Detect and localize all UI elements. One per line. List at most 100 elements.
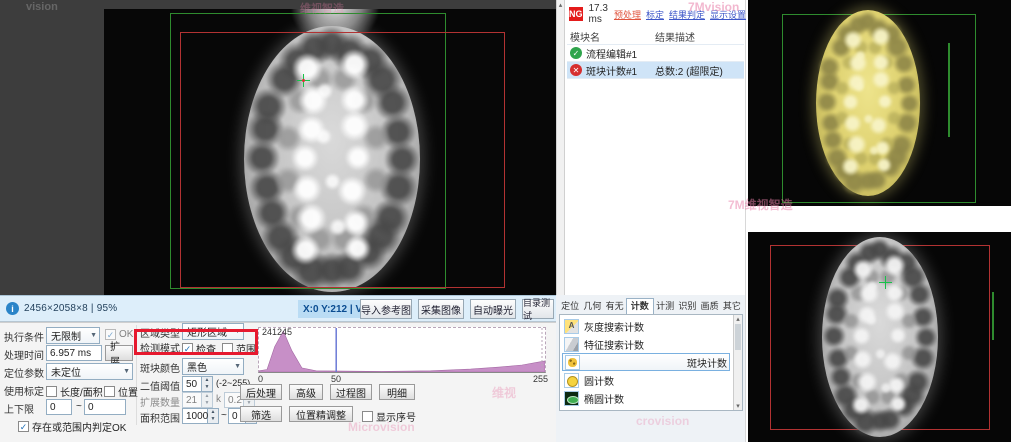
chevron-down-icon: ▼ bbox=[90, 332, 97, 339]
result-thumbnail-binarized[interactable] bbox=[748, 0, 1011, 206]
use-calibration-label: 使用标定 bbox=[4, 383, 44, 398]
elapsed-time: 17.3 ms bbox=[589, 3, 608, 25]
length-area-checkbox[interactable]: 长度/面积 bbox=[46, 384, 103, 399]
ellipse-count-icon bbox=[564, 391, 579, 406]
process-image-button[interactable]: 过程图 bbox=[330, 384, 372, 400]
region-type-label: 区域类型 bbox=[140, 325, 180, 340]
tab-other[interactable]: 其它 bbox=[721, 298, 743, 314]
results-panel: NG 17.3 ms 预处理 标定 结果判定 显示设置 模块名 结果描述 ✓流程… bbox=[565, 0, 746, 295]
import-reference-button[interactable]: 导入参考图 bbox=[360, 299, 412, 319]
circle-count-icon bbox=[564, 373, 579, 388]
limit-max-field[interactable]: 0 bbox=[84, 399, 126, 415]
module-name-header: 模块名 bbox=[567, 29, 655, 44]
tilde-separator: ~ bbox=[76, 401, 82, 412]
table-row[interactable]: ✕斑块计数#1 总数:2 (超限定) bbox=[567, 62, 744, 79]
brush-object-highlighted bbox=[816, 10, 920, 196]
gray-search-count-icon bbox=[564, 319, 579, 334]
chevron-down-icon: ▼ bbox=[123, 368, 130, 375]
green-marker-line bbox=[948, 43, 950, 137]
preprocess-link[interactable]: 预处理 bbox=[614, 8, 641, 21]
column-divider bbox=[136, 325, 137, 425]
result-desc-header: 结果描述 bbox=[655, 29, 744, 44]
checkbox-box bbox=[18, 421, 29, 432]
histogram-axis-ticks: 050255 bbox=[258, 374, 546, 384]
display-settings-link[interactable]: 显示设置 bbox=[710, 8, 746, 21]
position-fine-adjust-button[interactable]: 位置精调整 bbox=[289, 406, 353, 422]
table-row[interactable]: ✓流程编辑#1 bbox=[567, 45, 744, 62]
brush-object-image bbox=[822, 237, 938, 437]
grab-image-button[interactable]: 采集图像 bbox=[418, 299, 464, 319]
axis-tick: 0 bbox=[258, 374, 263, 384]
image-info: 2456×2058×8 | 95% bbox=[24, 303, 117, 314]
exist-in-range-ok-checkbox[interactable]: 存在或范围内判定OK bbox=[18, 419, 126, 434]
limits-label: 上下限 bbox=[4, 401, 34, 416]
show-index-checkbox[interactable]: 显示序号 bbox=[362, 409, 416, 424]
area-min-stepper[interactable]: ▲▼ bbox=[208, 408, 219, 424]
tool-item-circle-count[interactable]: 圆计数 bbox=[562, 371, 730, 389]
auto-exposure-button[interactable]: 自动曝光 bbox=[470, 299, 516, 319]
result-judge-link[interactable]: 结果判定 bbox=[669, 8, 705, 21]
post-process-button[interactable]: 后处理 bbox=[240, 384, 282, 400]
checkbox-box bbox=[46, 386, 57, 397]
tool-list-scrollbar[interactable] bbox=[733, 315, 742, 410]
axis-tick: 255 bbox=[533, 374, 548, 384]
advanced-button[interactable]: 高级 bbox=[289, 384, 323, 400]
vision-inspection-app: i 2456×2058×8 | 95% X:0 Y:212 | V:5 导入参考… bbox=[0, 0, 1011, 442]
binary-threshold-label: 二值阈值 bbox=[140, 378, 180, 393]
blob-color-label: 斑块颜色 bbox=[140, 360, 180, 375]
tool-library-panel: 定位 几何 有无 计数 计测 识别 画质 其它 灰度搜索计数 特征搜索计数 斑块… bbox=[556, 295, 746, 442]
limit-min-field[interactable]: 0 bbox=[46, 399, 72, 415]
expand-button[interactable]: 扩展 bbox=[105, 345, 133, 361]
position-checkbox[interactable]: 位置 bbox=[104, 384, 138, 399]
expand-count-field[interactable]: 21 bbox=[182, 392, 202, 408]
tab-measure[interactable]: 计测 bbox=[654, 298, 676, 314]
result-thumbnail-source[interactable] bbox=[748, 232, 1011, 442]
green-marker-line bbox=[992, 292, 994, 340]
tab-identify[interactable]: 识别 bbox=[676, 298, 698, 314]
exec-condition-select[interactable]: 无限制▼ bbox=[46, 327, 100, 344]
info-icon: i bbox=[6, 302, 19, 315]
tool-item-ellipse-count[interactable]: 椭圆计数 bbox=[562, 389, 730, 407]
checkbox-box bbox=[222, 343, 233, 354]
area-min-field[interactable]: 1000 bbox=[182, 408, 208, 424]
filter-button[interactable]: 筛选 bbox=[240, 406, 282, 422]
check-mode-checkbox[interactable]: 检查 bbox=[182, 341, 216, 356]
region-type-select[interactable]: 矩形区域▼ bbox=[182, 323, 244, 340]
locate-param-select[interactable]: 未定位▼ bbox=[46, 363, 133, 380]
locate-param-label: 定位参数 bbox=[4, 365, 44, 380]
tab-presence[interactable]: 有无 bbox=[604, 298, 626, 314]
expand-count-label: 扩展数量 bbox=[140, 394, 180, 409]
roi-rect-red[interactable] bbox=[180, 32, 505, 288]
expand-count-stepper[interactable]: ▲▼ bbox=[202, 392, 213, 408]
binary-threshold-field[interactable]: 50 bbox=[182, 376, 202, 392]
process-time-field[interactable]: 6.957 ms bbox=[46, 345, 102, 361]
tab-geometry[interactable]: 几何 bbox=[581, 298, 603, 314]
detail-button[interactable]: 明细 bbox=[379, 384, 415, 400]
exec-condition-label: 执行条件 bbox=[4, 329, 44, 344]
blob-color-select[interactable]: 黑色▼ bbox=[182, 358, 244, 375]
checkbox-box bbox=[104, 386, 115, 397]
tool-item-blob-count[interactable]: 斑块计数 bbox=[562, 353, 730, 371]
calibration-link[interactable]: 标定 bbox=[646, 8, 664, 21]
error-icon: ✕ bbox=[570, 64, 582, 76]
range-mode-checkbox[interactable]: 范围 bbox=[222, 341, 256, 356]
chevron-down-icon: ▼ bbox=[234, 363, 241, 370]
directory-test-button[interactable]: 目录测试 bbox=[522, 299, 554, 319]
tab-count[interactable]: 计数 bbox=[626, 298, 654, 315]
tab-locate[interactable]: 定位 bbox=[559, 298, 581, 314]
tab-image-quality[interactable]: 画质 bbox=[699, 298, 721, 314]
binary-threshold-stepper[interactable]: ▲▼ bbox=[202, 376, 213, 392]
camera-image[interactable] bbox=[104, 9, 556, 295]
tool-item-feature-search-count[interactable]: 特征搜索计数 bbox=[562, 335, 730, 353]
main-image-viewer[interactable] bbox=[0, 0, 556, 295]
table-header-row: 模块名 结果描述 bbox=[567, 28, 744, 45]
viewer-scrollbar[interactable] bbox=[556, 0, 565, 295]
scrollbar-thumb[interactable] bbox=[735, 324, 741, 350]
tool-item-gray-search-count[interactable]: 灰度搜索计数 bbox=[562, 317, 730, 335]
blob-count-icon bbox=[565, 355, 580, 370]
process-time-label: 处理时间 bbox=[4, 347, 44, 362]
checkbox-box bbox=[182, 343, 193, 354]
parameters-panel: 执行条件 无限制▼ OK 处理时间 6.957 ms 扩展 定位参数 未定位▼ … bbox=[0, 322, 556, 442]
histogram-peak-value: 241245 bbox=[262, 327, 292, 337]
chevron-down-icon: ▼ bbox=[234, 328, 241, 335]
